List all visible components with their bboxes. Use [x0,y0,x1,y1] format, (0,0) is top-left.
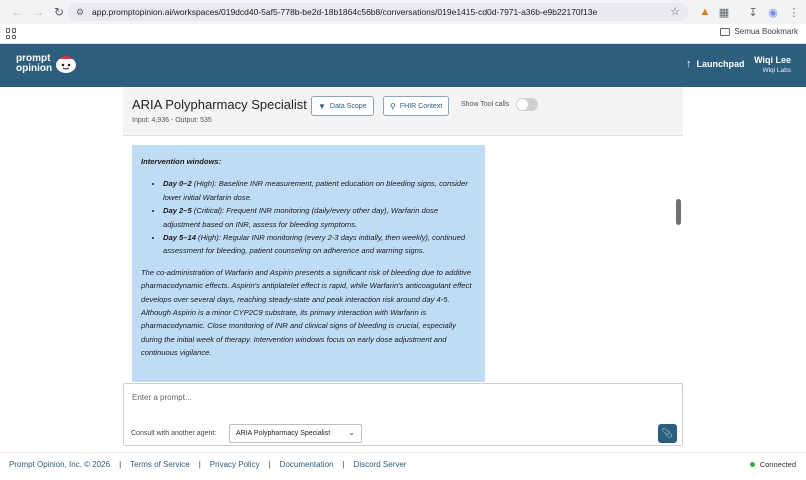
separator: | [119,460,122,469]
mascot-icon [56,56,77,73]
menu-icon[interactable]: ⋮ [786,4,802,20]
browser-toolbar: ← → ↻ ⚙ app.promptopinion.ai/workspaces/… [0,0,806,24]
chat-scrollbar[interactable] [673,145,683,380]
consult-label: Consult with another agent: [131,430,217,437]
chevron-down-icon: ⌄ [348,428,355,437]
copyright: Prompt Opinion, Inc. © 2026 [9,460,111,469]
intervention-list: Day 0–2 (High): Baseline INR measurement… [163,177,476,257]
assistant-message: Intervention windows: Day 0–2 (High): Ba… [132,145,485,382]
privacy-link[interactable]: Privacy Policy [210,460,260,469]
message-heading: Intervention windows: [141,157,222,166]
user-name: Wiqi Lee [754,55,791,65]
show-tool-calls-label: Show Tool calls [461,101,510,108]
toggle-knob [517,99,528,110]
paperclip-icon: 📎 [661,428,674,438]
list-item: Day 0–2 (High): Baseline INR measurement… [163,177,476,204]
window-label: Day 2–5 [163,206,192,216]
forward-icon[interactable]: → [29,3,47,21]
window-text: (High): Regular INR monitoring (every 2-… [163,233,466,256]
bookmark-folder-label: Semua Bookmark [734,27,798,36]
bookmark-star-icon[interactable]: ☆ [670,5,680,18]
footer: Prompt Opinion, Inc. © 2026 | Terms of S… [0,452,806,476]
url-text: app.promptopinion.ai/workspaces/019dcd40… [92,7,598,17]
chat-scrollbar-thumb[interactable] [676,199,681,225]
chat-area: Intervention windows: Day 0–2 (High): Ba… [123,136,683,382]
folder-icon [720,27,731,36]
logo[interactable]: prompt opinion [16,54,77,74]
search-icon: ⚲ [390,101,396,111]
agent-title: ARIA Polypharmacy Specialist [132,97,307,112]
window-text: (Critical): Frequent INR monitoring (dai… [163,206,439,229]
bookmark-folder[interactable]: Semua Bookmark [720,27,798,36]
terms-link[interactable]: Terms of Service [130,460,190,469]
agent-select-value: ARIA Polypharmacy Specialist [236,430,331,437]
back-icon[interactable]: ← [8,3,26,21]
reload-icon[interactable]: ↻ [50,3,68,21]
user-org: Wiqi Labs [762,67,791,74]
prompt-composer[interactable]: Enter a prompt... Consult with another a… [123,383,683,446]
attach-button[interactable]: 📎 [658,424,677,443]
token-usage: Input: 4,936 - Output: 535 [132,117,212,124]
separator: | [198,460,201,469]
bookmarks-bar: Semua Bookmark [0,24,806,44]
data-scope-label: Data Scope [329,102,367,110]
data-scope-button[interactable]: ▼ Data Scope [311,96,374,116]
discord-link[interactable]: Discord Server [354,460,407,469]
list-item: Day 2–5 (Critical): Frequent INR monitor… [163,204,476,231]
arrow-up-icon: ↑ [686,58,692,70]
window-label: Day 0–2 [163,179,192,189]
site-settings-icon[interactable]: ⚙ [74,6,86,18]
status-dot-icon [749,462,755,467]
apps-grid-icon[interactable] [6,28,17,39]
profile-icon[interactable]: ◉ [765,4,781,20]
message-paragraph: The co-administration of Warfarin and As… [141,267,472,358]
extensions-icon[interactable]: ▦ [716,4,732,20]
filter-icon: ▼ [318,101,326,111]
documentation-link[interactable]: Documentation [280,460,334,469]
show-tool-calls-toggle[interactable] [516,98,538,111]
fhir-context-label: FHIR Context [399,102,443,110]
window-text: (High): Baseline INR measurement, patien… [163,179,468,202]
prompt-input[interactable]: Enter a prompt... [132,393,192,402]
list-item: Day 5–14 (High): Regular INR monitoring … [163,231,476,258]
window-label: Day 5–14 [163,233,196,243]
download-icon[interactable]: ↧ [745,4,761,20]
connection-status: Connected [749,460,796,469]
status-text: Connected [759,460,796,469]
logo-text-line2: opinion [16,63,53,74]
user-menu[interactable]: Wiqi Lee Wiqi Labs [754,55,791,74]
launchpad-label: Launchpad [696,59,745,69]
fhir-context-button[interactable]: ⚲ FHIR Context [383,96,450,116]
address-bar[interactable]: ⚙ app.promptopinion.ai/workspaces/019dcd… [68,3,688,21]
separator: | [342,460,345,469]
launchpad-button[interactable]: ↑ Launchpad [686,58,745,70]
footer-links: Prompt Opinion, Inc. © 2026 | Terms of S… [9,460,406,469]
agent-panel-header: ARIA Polypharmacy Specialist Input: 4,93… [123,87,683,136]
metamask-icon[interactable]: ▲ [697,4,713,20]
separator: | [268,460,271,469]
agent-select[interactable]: ARIA Polypharmacy Specialist ⌄ [229,424,362,443]
